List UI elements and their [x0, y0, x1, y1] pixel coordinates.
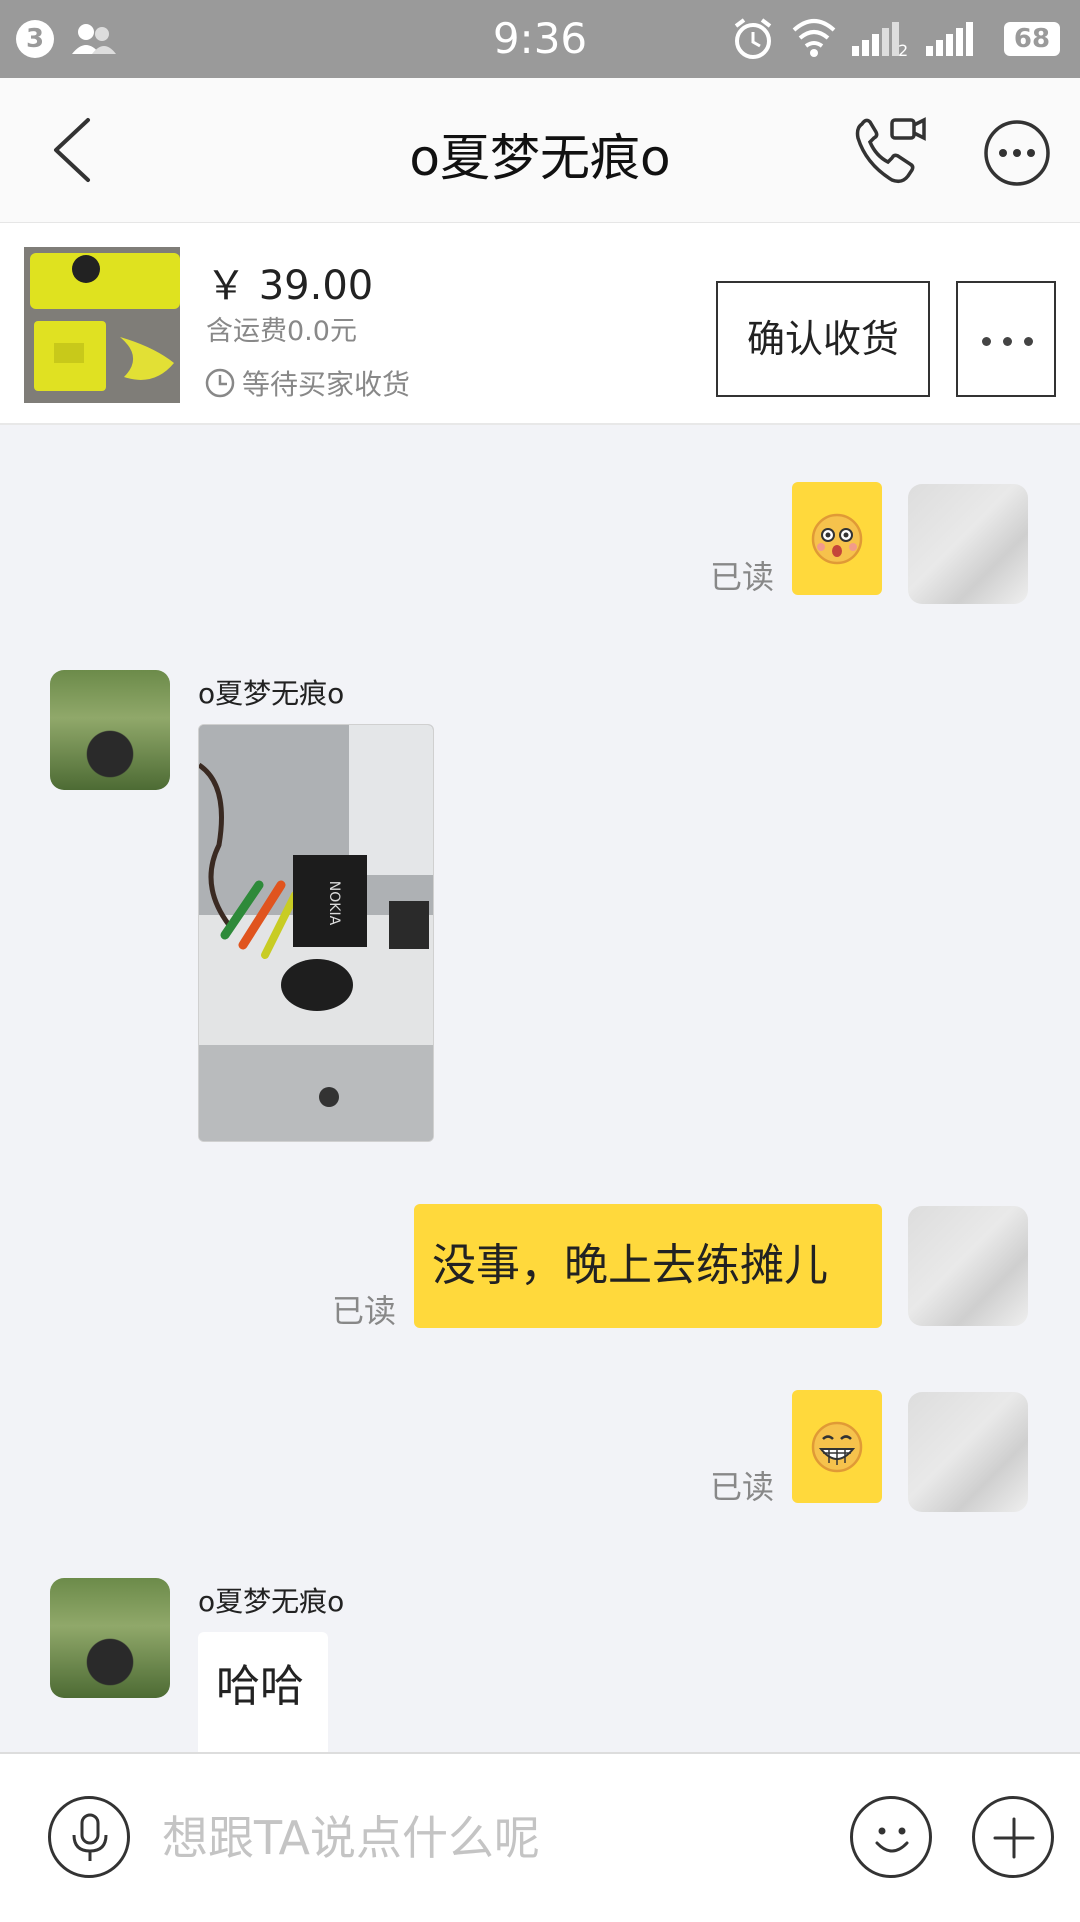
status-bar: 3 9:36 2 1 68 — [0, 0, 1080, 78]
surprised-emoji-icon — [811, 513, 863, 565]
contact-avatar[interactable] — [50, 1578, 170, 1698]
plus-button[interactable] — [972, 1796, 1054, 1878]
order-status: 等待买家收货 — [242, 368, 411, 401]
read-receipt: 已读 — [710, 1468, 775, 1506]
grin-emoji-icon — [811, 1421, 863, 1473]
contact-avatar[interactable] — [50, 670, 170, 790]
voice-button[interactable] — [48, 1796, 130, 1878]
dot-icon — [1003, 337, 1012, 346]
battery-indicator: 68 — [1004, 22, 1060, 56]
confirm-receipt-button[interactable]: 确认收货 — [716, 281, 930, 397]
alarm-icon — [734, 18, 772, 59]
my-avatar[interactable] — [908, 1392, 1028, 1512]
sender-name: o夏梦无痕o — [198, 1585, 345, 1618]
emoji-button[interactable] — [850, 1796, 932, 1878]
read-receipt: 已读 — [332, 1292, 397, 1330]
photo-message[interactable]: NOKIA — [198, 724, 434, 1142]
more-icon[interactable] — [982, 118, 1052, 188]
sim2-label: 2 — [898, 41, 908, 58]
message-input-bar — [0, 1752, 1080, 1922]
order-price: ￥ 39.00 — [206, 263, 374, 309]
shipping-fee: 含运费0.0元 — [206, 316, 357, 347]
sim1-label: 1 — [972, 41, 982, 58]
text-message-bubble[interactable]: 没事，晚上去练摊儿 — [414, 1204, 882, 1328]
status-time: 9:36 — [492, 14, 588, 63]
signal-sim1-icon: 1 — [926, 22, 982, 58]
video-call-icon[interactable] — [852, 114, 928, 186]
dot-icon — [982, 337, 991, 346]
my-avatar[interactable] — [908, 1206, 1028, 1326]
message-input[interactable] — [160, 1792, 824, 1884]
dot-icon — [1024, 337, 1033, 346]
chat-header: o夏梦无痕o — [0, 78, 1080, 223]
my-avatar[interactable] — [908, 484, 1028, 604]
order-more-button[interactable] — [956, 281, 1056, 397]
sender-name: o夏梦无痕o — [198, 677, 345, 710]
wifi-icon — [792, 19, 836, 57]
emoji-icon — [875, 1827, 909, 1853]
product-thumbnail[interactable] — [24, 247, 180, 403]
read-receipt: 已读 — [710, 558, 775, 596]
emoji-message-bubble[interactable] — [792, 1390, 882, 1503]
photo-brand-text: NOKIA — [326, 881, 342, 926]
clock-icon — [205, 368, 235, 398]
plus-icon — [993, 1817, 1035, 1859]
signal-sim2-icon: 2 — [852, 22, 908, 58]
order-info-bar: ￥ 39.00 含运费0.0元 等待买家收货 确认收货 — [0, 223, 1080, 425]
text-message-bubble[interactable]: 哈哈 — [198, 1632, 328, 1762]
emoji-message-bubble[interactable] — [792, 482, 882, 595]
microphone-icon — [72, 1813, 108, 1861]
